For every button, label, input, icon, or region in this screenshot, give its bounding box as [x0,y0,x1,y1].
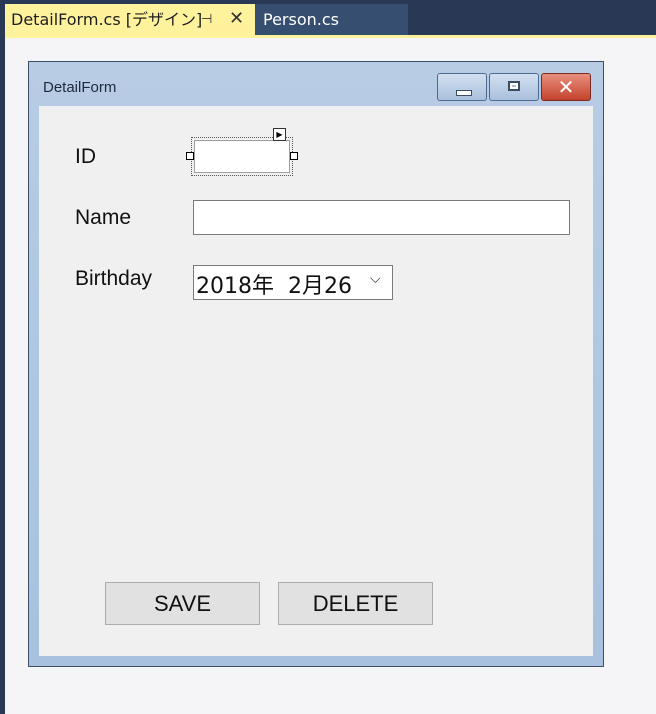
tab-person-cs[interactable]: Person.cs [255,4,408,35]
maximize-icon [508,81,520,91]
close-tab-icon[interactable]: ✕ [229,3,244,34]
form-client-area: ID ▶ Name Birthday 2018年 2月26 ⌵ SAVE DEL… [39,106,593,656]
birthday-value: 2018年 2月26 [196,274,352,299]
form-titlebar[interactable]: DetailForm ✕ [29,62,603,106]
birthday-label: Birthday [75,267,153,290]
close-button[interactable]: ✕ [541,73,591,101]
minimize-button[interactable] [437,73,487,101]
pin-icon[interactable]: ⊣ [201,4,212,35]
name-label: Name [75,206,132,229]
maximize-button[interactable] [489,73,539,101]
close-icon: ✕ [557,75,575,99]
smart-tag-arrow-icon[interactable]: ▶ [273,128,286,141]
tab-label: Person.cs [263,10,339,29]
tab-label: DetailForm.cs [デザイン] [11,10,203,29]
tab-detailform-designer[interactable]: DetailForm.cs [デザイン] ⊣ ✕ [5,4,255,35]
delete-button[interactable]: DELETE [278,582,433,625]
id-textbox[interactable] [194,140,290,173]
id-label: ID [75,145,96,168]
name-input[interactable] [193,200,570,235]
id-textbox-selection[interactable] [186,137,298,176]
birthday-date-picker[interactable]: 2018年 2月26 ⌵ [193,265,393,300]
detail-form-window[interactable]: DetailForm ✕ ID ▶ Name Birthday 2018年 2月… [28,61,604,667]
form-title: DetailForm [43,79,117,96]
minimize-icon [456,90,472,96]
resize-handle-right[interactable] [290,152,298,160]
chevron-down-icon[interactable]: ⌵ [370,271,381,287]
resize-handle-left[interactable] [186,152,194,160]
save-button[interactable]: SAVE [105,582,260,625]
